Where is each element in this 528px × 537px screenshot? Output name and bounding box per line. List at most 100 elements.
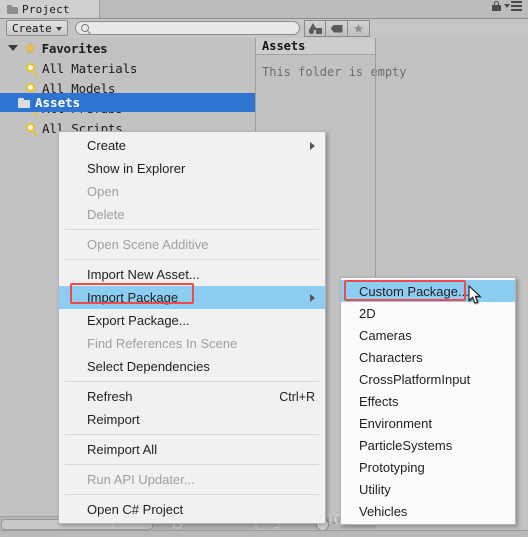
menu-item-refresh[interactable]: Refresh Ctrl+R <box>59 385 325 408</box>
chevron-down-icon <box>55 26 62 31</box>
submenu-item-label: Characters <box>359 349 423 365</box>
menu-item-label: Run API Updater... <box>87 472 195 487</box>
submenu-item-label: 2D <box>359 305 376 321</box>
mouse-cursor <box>468 285 482 304</box>
chevron-right-icon <box>310 141 315 150</box>
folder-icon <box>18 97 30 108</box>
menu-item-label: Open C# Project <box>87 502 184 517</box>
filter-by-label-button[interactable] <box>326 20 348 37</box>
submenu-item-label: Cameras <box>359 327 412 343</box>
hamburger-menu-icon[interactable] <box>504 1 522 11</box>
menu-separator <box>65 381 319 382</box>
assets-breadcrumb: Assets <box>256 38 376 55</box>
import-package-submenu: Custom Package... 2D Cameras Characters … <box>340 277 516 525</box>
menu-item-shortcut: Ctrl+R <box>279 389 315 404</box>
menu-item-open: Open <box>59 180 325 203</box>
menu-separator <box>65 464 319 465</box>
create-button-label: Create <box>12 21 52 35</box>
submenu-item-label: Prototyping <box>359 459 425 475</box>
window-controls <box>492 1 522 11</box>
magnifier-icon <box>26 82 38 96</box>
submenu-item-label: Effects <box>359 393 399 409</box>
project-toolbar: Create ★ <box>0 19 528 38</box>
filter-by-type-button[interactable] <box>304 20 326 37</box>
submenu-item-label: ParticleSystems <box>359 437 453 453</box>
menu-item-label: Open Scene Additive <box>87 237 209 252</box>
search-input[interactable] <box>75 21 300 35</box>
tab-project-label: Project <box>22 2 70 16</box>
submenu-item-utility[interactable]: Utility <box>341 478 515 500</box>
star-icon: ★ <box>24 40 37 56</box>
menu-item-label: Select Dependencies <box>87 359 210 374</box>
magnifier-icon <box>26 62 38 76</box>
lock-icon[interactable] <box>492 1 501 11</box>
menu-item-label: Import New Asset... <box>87 267 200 282</box>
menu-item-import-package[interactable]: Import Package <box>59 286 325 309</box>
shapes-icon <box>308 23 322 34</box>
menu-item-select-dependencies[interactable]: Select Dependencies <box>59 355 325 378</box>
menu-separator <box>65 494 319 495</box>
menu-item-label: Create <box>87 138 127 153</box>
menu-item-show-in-explorer[interactable]: Show in Explorer <box>59 157 325 180</box>
menu-item-find-references-in-scene: Find References In Scene <box>59 332 325 355</box>
tree-item-favorites-label: Favorites <box>41 40 108 56</box>
tree-item-label: All Materials <box>42 60 138 76</box>
menu-item-label: Reimport <box>87 412 140 427</box>
submenu-item-cameras[interactable]: Cameras <box>341 324 515 346</box>
window-tab-strip: Project <box>0 0 528 19</box>
menu-lines <box>511 1 522 11</box>
menu-separator <box>65 434 319 435</box>
submenu-item-label: Vehicles <box>359 503 408 519</box>
menu-item-label: Delete <box>87 207 125 222</box>
create-button[interactable]: Create <box>6 20 68 36</box>
menu-item-import-new-asset[interactable]: Import New Asset... <box>59 263 325 286</box>
menu-item-delete: Delete <box>59 203 325 226</box>
tab-project[interactable]: Project <box>0 0 100 18</box>
submenu-item-environment[interactable]: Environment <box>341 412 515 434</box>
filter-button-group: ★ <box>304 20 370 37</box>
tag-icon <box>330 24 343 33</box>
submenu-item-effects[interactable]: Effects <box>341 390 515 412</box>
tree-item-all-materials[interactable]: All Materials <box>0 58 255 78</box>
menu-item-reimport-all[interactable]: Reimport All <box>59 438 325 461</box>
submenu-item-2d[interactable]: 2D <box>341 302 515 324</box>
assets-context-menu: Create Show in Explorer Open Delete Open… <box>58 131 326 524</box>
submenu-item-characters[interactable]: Characters <box>341 346 515 368</box>
menu-item-reimport[interactable]: Reimport <box>59 408 325 431</box>
menu-item-open-scene-additive: Open Scene Additive <box>59 233 325 256</box>
star-icon: ★ <box>352 21 365 36</box>
magnifier-icon <box>26 122 38 136</box>
menu-item-label: Reimport All <box>87 442 158 457</box>
menu-item-create[interactable]: Create <box>59 134 325 157</box>
chevron-down-icon <box>504 4 510 8</box>
submenu-item-label: Custom Package... <box>359 283 469 299</box>
menu-separator <box>65 259 319 260</box>
submenu-item-label: CrossPlatformInput <box>359 371 471 387</box>
menu-item-run-api-updater: Run API Updater... <box>59 468 325 491</box>
status-bar <box>0 530 528 537</box>
chevron-down-icon[interactable] <box>8 45 18 51</box>
menu-item-label: Show in Explorer <box>87 161 186 176</box>
submenu-item-particlesystems[interactable]: ParticleSystems <box>341 434 515 456</box>
search-icon <box>81 24 89 32</box>
menu-item-open-csharp-project[interactable]: Open C# Project <box>59 498 325 521</box>
submenu-item-vehicles[interactable]: Vehicles <box>341 500 515 522</box>
menu-separator <box>65 229 319 230</box>
tree-item-favorites[interactable]: ★ Favorites <box>0 38 255 58</box>
submenu-item-custom-package[interactable]: Custom Package... <box>341 280 515 302</box>
unity-project-window: Project Create ★ ★ Favorites All Materia… <box>0 0 528 537</box>
submenu-item-crossplatforminput[interactable]: CrossPlatformInput <box>341 368 515 390</box>
tree-item-assets-label: Assets <box>35 95 81 110</box>
tree-item-assets[interactable]: Assets <box>0 93 255 112</box>
menu-item-export-package[interactable]: Export Package... <box>59 309 325 332</box>
menu-item-label: Open <box>87 184 119 199</box>
folder-icon <box>7 4 18 14</box>
submenu-item-label: Environment <box>359 415 432 431</box>
chevron-right-icon <box>310 293 315 302</box>
submenu-item-prototyping[interactable]: Prototyping <box>341 456 515 478</box>
menu-item-label: Refresh <box>87 389 133 404</box>
submenu-item-label: Utility <box>359 481 391 497</box>
empty-folder-message: This folder is empty <box>262 65 407 79</box>
menu-item-label: Export Package... <box>87 313 190 328</box>
filter-favorites-button[interactable]: ★ <box>348 20 370 37</box>
